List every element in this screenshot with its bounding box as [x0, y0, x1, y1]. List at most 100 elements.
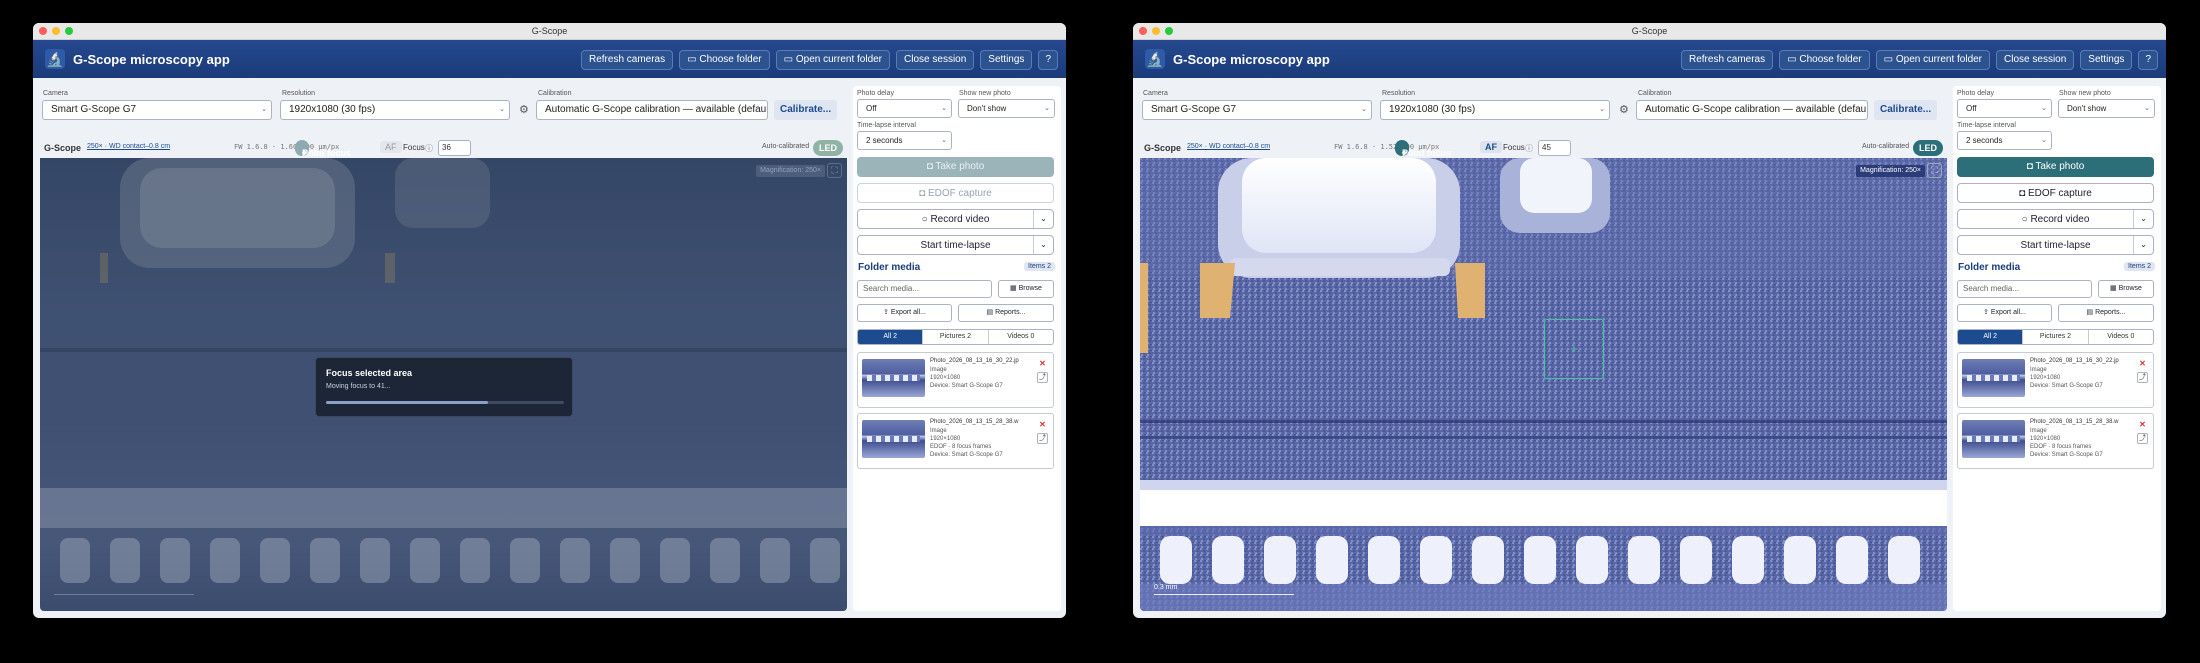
resolution-select[interactable]: 1920x1080 (30 fps) ⌄ — [280, 100, 510, 120]
media-thumbnail[interactable] — [862, 420, 925, 458]
record-video-button[interactable]: ○ Record video ⌄ — [1957, 209, 2154, 229]
media-card[interactable]: Photo_2026_08_13_15_28_38.w Image 1920×1… — [1957, 413, 2154, 469]
start-timelapse-button[interactable]: Start time-lapse ⌄ — [857, 235, 1054, 255]
close-window-button[interactable] — [1139, 27, 1147, 35]
take-photo-button[interactable]: ◘ Take photo — [1957, 157, 2154, 177]
help-button[interactable]: ? — [2138, 50, 2158, 70]
photo-delay-select[interactable]: Off ⌄ — [1957, 99, 2052, 118]
timelapse-interval-select[interactable]: 2 seconds ⌄ — [857, 131, 952, 150]
reports-button[interactable]: ▤ Reports... — [2058, 304, 2154, 322]
choose-folder-button[interactable]: ▭ Choose folder — [679, 50, 770, 70]
link-icon[interactable]: ⤴ — [1037, 433, 1048, 444]
focus-progress-dialog: Focus selected area Moving focus to 41..… — [315, 357, 573, 417]
calibrate-button[interactable]: Calibrate... — [1874, 100, 1938, 120]
app-window-live: G-Scope 🔬 G-Scope microscopy app Refresh… — [1133, 23, 2166, 618]
magnification-link[interactable]: 250× · WD contact–0.8 cm — [1187, 143, 1270, 150]
help-button[interactable]: ? — [1038, 50, 1058, 70]
refresh-cameras-button[interactable]: Refresh cameras — [580, 50, 674, 70]
timelapse-interval-select[interactable]: 2 seconds ⌄ — [1957, 131, 2052, 150]
link-icon[interactable]: ⤴ — [2137, 372, 2148, 383]
led-toggle[interactable]: LED — [1913, 140, 1943, 156]
delete-icon[interactable]: ✕ — [1037, 358, 1048, 369]
resolution-select[interactable]: 1920x1080 (30 fps) ⌄ — [1380, 100, 1610, 120]
link-icon[interactable]: ⤴ — [2137, 433, 2148, 444]
chevron-down-icon[interactable]: ⌄ — [1033, 236, 1053, 254]
show-new-photo-select[interactable]: Don't show ⌄ — [2058, 99, 2155, 118]
media-card[interactable]: Photo_2026_08_13_16_30_22.jp Image 1920×… — [1957, 352, 2154, 408]
resolution-label: Resolution — [282, 90, 316, 97]
media-filename: Photo_2026_08_13_16_30_22.jp — [2030, 358, 2119, 364]
led-toggle[interactable]: LED — [813, 140, 843, 156]
calibration-label: Calibration — [538, 90, 572, 97]
focus-progress-bar — [326, 401, 564, 404]
focus-target-box[interactable] — [1544, 319, 1604, 379]
close-window-button[interactable] — [39, 27, 47, 35]
refresh-cameras-button[interactable]: Refresh cameras — [1680, 50, 1774, 70]
camera-select[interactable]: Smart G-Scope G7 ⌄ — [1142, 100, 1372, 120]
autofocus-button[interactable]: AF — [1480, 141, 1502, 153]
fullscreen-icon[interactable]: ⛶ — [827, 163, 842, 178]
tab-videos[interactable]: Videos 0 — [989, 330, 1053, 344]
export-all-button[interactable]: ⇪ Export all... — [1957, 304, 2052, 322]
link-icon[interactable]: ⤴ — [1037, 372, 1048, 383]
choose-folder-button[interactable]: ▭ Choose folder — [1779, 50, 1870, 70]
point-focus-button[interactable]: ⌖ Point focus — [295, 140, 351, 158]
camera-select[interactable]: Smart G-Scope G7 ⌄ — [42, 100, 272, 120]
live-camera-view[interactable]: Magnification: 250× ⛶ Focus selected are… — [40, 158, 847, 611]
autofocus-button[interactable]: AF — [380, 141, 402, 153]
settings-button[interactable]: Settings — [980, 50, 1033, 70]
take-photo-button[interactable]: ◘ Take photo — [857, 157, 1054, 177]
minimize-window-button[interactable] — [1152, 27, 1160, 35]
delete-icon[interactable]: ✕ — [1037, 419, 1048, 430]
fullscreen-icon[interactable]: ⛶ — [1927, 163, 1942, 178]
media-thumbnail[interactable] — [862, 359, 925, 397]
start-timelapse-button[interactable]: Start time-lapse ⌄ — [1957, 235, 2154, 255]
media-search-input[interactable]: Search media... — [857, 280, 992, 298]
calibrate-button[interactable]: Calibrate... — [774, 100, 838, 120]
calibration-select[interactable]: Automatic G-Scope calibration — availabl… — [1636, 100, 1868, 120]
photo-delay-select[interactable]: Off ⌄ — [857, 99, 952, 118]
live-camera-view[interactable]: Magnification: 250× ⛶ 0.3 mm — [1140, 158, 1947, 611]
resolution-label: Resolution — [1382, 90, 1416, 97]
open-current-folder-button[interactable]: ▭ Open current folder — [1875, 50, 1991, 70]
zoom-window-button[interactable] — [65, 27, 73, 35]
camera-panel: Camera Smart G-Scope G7 ⌄ Resolution 1920… — [40, 86, 847, 611]
zoom-window-button[interactable] — [1165, 27, 1173, 35]
media-card[interactable]: Photo_2026_08_13_15_28_38.w Image 1920×1… — [857, 413, 1054, 469]
show-new-photo-select[interactable]: Don't show ⌄ — [958, 99, 1055, 118]
reports-button[interactable]: ▤ Reports... — [958, 304, 1054, 322]
browse-button[interactable]: ▦ Browse — [998, 280, 1054, 298]
close-session-button[interactable]: Close session — [896, 50, 975, 70]
delete-icon[interactable]: ✕ — [2137, 419, 2148, 430]
magnification-link[interactable]: 250× · WD contact–0.8 cm — [87, 143, 170, 150]
chevron-down-icon[interactable]: ⌄ — [2133, 210, 2153, 228]
open-current-folder-button[interactable]: ▭ Open current folder — [775, 50, 891, 70]
media-thumbnail[interactable] — [1962, 420, 2025, 458]
edof-capture-button[interactable]: ◘ EDOF capture — [857, 183, 1054, 203]
tab-all[interactable]: All 2 — [1958, 330, 2024, 344]
settings-button[interactable]: Settings — [2080, 50, 2133, 70]
export-all-button[interactable]: ⇪ Export all... — [857, 304, 952, 322]
tab-videos[interactable]: Videos 0 — [2089, 330, 2153, 344]
media-search-input[interactable]: Search media... — [1957, 280, 2092, 298]
media-card[interactable]: Photo_2026_08_13_16_30_22.jp Image 1920×… — [857, 352, 1054, 408]
app-header: 🔬 G-Scope microscopy app Refresh cameras… — [33, 40, 1066, 78]
media-thumbnail[interactable] — [1962, 359, 2025, 397]
gear-icon[interactable]: ⚙ — [1619, 103, 1629, 116]
tab-pictures[interactable]: Pictures 2 — [923, 330, 989, 344]
focus-input[interactable]: 45 — [1538, 140, 1571, 156]
edof-capture-button[interactable]: ◘ EDOF capture — [1957, 183, 2154, 203]
calibration-select[interactable]: Automatic G-Scope calibration — availabl… — [536, 100, 768, 120]
tab-pictures[interactable]: Pictures 2 — [2023, 330, 2089, 344]
point-focus-button[interactable]: ⌖ Point focus — [1395, 140, 1451, 158]
close-session-button[interactable]: Close session — [1996, 50, 2075, 70]
browse-button[interactable]: ▦ Browse — [2098, 280, 2154, 298]
chevron-down-icon[interactable]: ⌄ — [2133, 236, 2153, 254]
delete-icon[interactable]: ✕ — [2137, 358, 2148, 369]
record-video-button[interactable]: ○ Record video ⌄ — [857, 209, 1054, 229]
gear-icon[interactable]: ⚙ — [519, 103, 529, 116]
focus-input[interactable]: 36 — [438, 140, 471, 156]
minimize-window-button[interactable] — [52, 27, 60, 35]
tab-all[interactable]: All 2 — [858, 330, 924, 344]
chevron-down-icon[interactable]: ⌄ — [1033, 210, 1053, 228]
